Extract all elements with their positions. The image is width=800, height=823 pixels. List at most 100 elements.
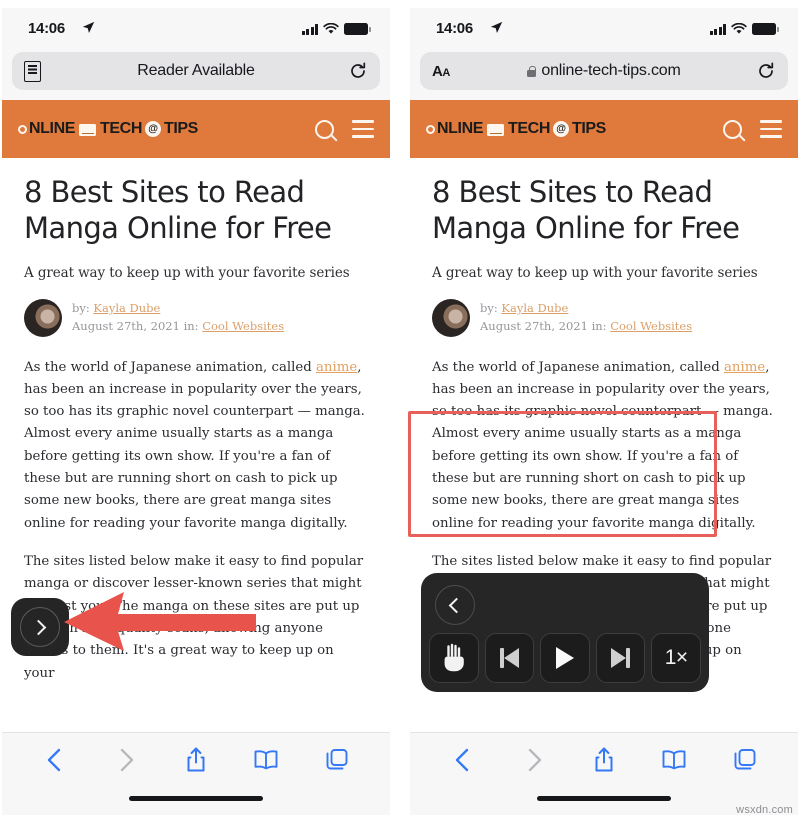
share-icon [595,747,613,772]
address-bar-url: online-tech-tips.com [527,62,681,80]
article-subhead: A great way to keep up with your favorit… [24,264,350,281]
phone-panel-left: 14:06 Reader Available NLINE TECH @ TIPS… [2,8,390,815]
screenshot-stage: 14:06 Reader Available NLINE TECH @ TIPS… [0,0,800,823]
tabs-icon [734,749,756,770]
share-button[interactable] [176,740,216,780]
status-bar: 14:06 [410,8,798,52]
hud-back-row [429,583,701,633]
hud-button-row: 1× [429,633,701,683]
status-indicators [301,21,371,35]
logo-monitor-icon [487,124,505,136]
paragraph-1-part-b: , has been an increase in popularity ove… [24,359,365,531]
status-indicators [709,21,779,35]
site-header-icons [723,119,782,139]
home-indicator [537,796,671,801]
paragraph-1-part-b: , has been an increase in popularity ove… [432,359,773,531]
article-date: August 27th, 2021 [72,318,180,333]
book-icon [254,750,278,770]
home-indicator [129,796,263,801]
lock-icon [527,65,537,77]
author-link[interactable]: Kayla Dube [501,301,568,315]
safari-toolbar [2,732,390,815]
logo-text-1: NLINE [437,120,484,137]
skip-back-button[interactable] [484,633,535,683]
logo-at-icon [552,121,569,137]
site-logo[interactable]: NLINE TECH TIPS [18,120,198,138]
reload-button[interactable] [756,52,776,90]
address-bar[interactable]: AA online-tech-tips.com [420,52,788,90]
hud-back-button[interactable] [435,585,475,625]
safari-toolbar-icons [410,733,798,787]
hamburger-menu-icon[interactable] [352,120,374,138]
article-date: August 27th, 2021 [480,318,588,333]
playback-speed-button[interactable]: 1× [651,633,701,683]
avatar [432,298,470,337]
safari-toolbar-icons [2,733,390,787]
safari-toolbar [410,732,798,815]
watermark: wsxdn.com [736,804,793,816]
back-chevron-icon [48,748,61,772]
tabs-button[interactable] [725,740,765,780]
reload-icon [351,62,366,78]
logo-at-icon [144,121,161,137]
logo-text-3: TIPS [571,120,606,137]
hamburger-menu-icon[interactable] [760,120,782,138]
logo-o-ring-icon [18,124,27,134]
logo-text-2: TECH [100,120,142,137]
skip-back-icon [500,648,519,668]
search-icon[interactable] [315,119,334,139]
forward-button[interactable] [514,740,554,780]
article-paragraph-1: As the world of Japanese animation, call… [24,357,368,536]
text-size-button[interactable]: AA [432,52,450,90]
book-icon [662,750,686,770]
hand-tap-button[interactable] [429,633,479,683]
skip-forward-button[interactable] [595,633,646,683]
voice-control-media-hud: 1× [421,573,709,692]
reload-icon [759,62,774,78]
back-button[interactable] [443,740,483,780]
category-prefix: in: [591,318,607,333]
back-chevron-icon [456,748,469,772]
article-subhead: A great way to keep up with your favorit… [432,264,758,281]
address-bar[interactable]: Reader Available [12,52,380,90]
hand-tap-icon [444,643,464,672]
logo-text-1: NLINE [29,120,76,137]
phone-panel-right: 14:06 AA online-tech-tips.com NLINE TECH… [410,8,798,815]
reload-button[interactable] [348,52,368,90]
site-logo[interactable]: NLINE TECH TIPS [426,120,606,138]
bookmarks-button[interactable] [246,740,286,780]
bookmarks-button[interactable] [654,740,694,780]
reader-view-button[interactable] [24,52,41,90]
anime-link[interactable]: anime [316,360,357,375]
logo-text-2: TECH [508,120,550,137]
battery-full-icon [344,23,371,35]
voice-control-chevron-hud[interactable] [11,598,69,656]
location-arrow-icon [82,21,95,34]
playback-speed-label: 1× [664,646,688,669]
anime-link[interactable]: anime [724,360,765,375]
byline: by: Kayla Dube August 27th, 2021 in: Coo… [24,298,368,337]
skip-forward-icon [611,648,630,668]
cellular-bars-icon [301,24,318,35]
author-link[interactable]: Kayla Dube [93,301,160,315]
forward-button[interactable] [106,740,146,780]
address-bar-label: Reader Available [137,62,255,79]
byline-text: by: Kayla Dube August 27th, 2021 in: Coo… [480,300,692,336]
tabs-button[interactable] [317,740,357,780]
back-button[interactable] [35,740,75,780]
share-button[interactable] [584,740,624,780]
category-link[interactable]: Cool Websites [610,319,692,333]
tabs-icon [326,749,348,770]
article-content: 8 Best Sites to Read Manga Online for Fr… [2,158,390,685]
chevron-right-icon [30,619,47,635]
share-icon [187,747,205,772]
article-paragraph-1: As the world of Japanese animation, call… [432,357,776,536]
avatar [24,298,62,337]
url-text: online-tech-tips.com [541,62,681,79]
search-icon[interactable] [723,119,742,139]
paragraph-1-part-a: As the world of Japanese animation, call… [24,359,316,375]
battery-full-icon [752,23,779,35]
play-button[interactable] [540,633,590,683]
byline-text: by: Kayla Dube August 27th, 2021 in: Coo… [72,300,284,336]
category-link[interactable]: Cool Websites [202,319,284,333]
